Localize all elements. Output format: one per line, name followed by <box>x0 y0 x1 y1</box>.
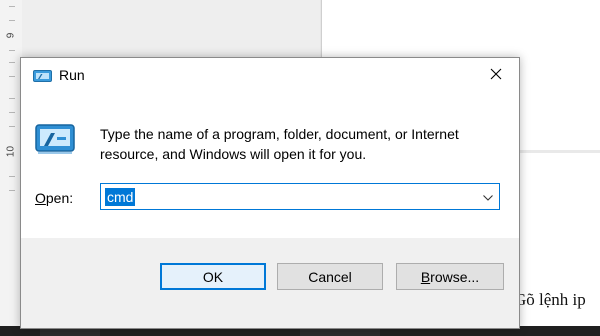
ruler-tick <box>9 126 15 127</box>
ruler-tick <box>9 112 15 113</box>
open-label-mnemonic: O <box>35 190 46 206</box>
run-dialog: Run Type the name of a program, folder, … <box>20 57 520 329</box>
browse-button[interactable]: Browse... <box>396 263 504 290</box>
browse-mnemonic: B <box>420 268 431 285</box>
document-separator <box>510 150 600 153</box>
ruler-tick <box>9 62 15 63</box>
run-large-icon <box>35 122 77 156</box>
chevron-down-icon <box>483 188 493 206</box>
ruler-tick <box>9 76 15 77</box>
document-text: Gõ lệnh ip <box>514 290 586 309</box>
ruler-tick <box>9 190 15 191</box>
open-dropdown-button[interactable] <box>477 184 499 209</box>
description-line: resource, and Windows will open it for y… <box>100 146 367 162</box>
dialog-title: Run <box>59 67 85 83</box>
open-input[interactable]: cmd <box>105 188 136 206</box>
close-button[interactable] <box>473 58 519 94</box>
dialog-description: Type the name of a program, folder, docu… <box>100 124 500 164</box>
run-icon <box>33 69 53 83</box>
open-label: Open: <box>35 190 73 206</box>
title-bar[interactable]: Run <box>21 58 519 94</box>
ruler-number: 10 <box>5 145 17 158</box>
ruler-tick <box>9 20 15 21</box>
ruler-tick <box>9 176 15 177</box>
cancel-button[interactable]: Cancel <box>277 263 383 290</box>
ruler-tick <box>9 50 15 51</box>
ruler-tick <box>9 98 15 99</box>
open-label-text: pen: <box>45 190 74 206</box>
close-icon <box>490 67 502 85</box>
ok-button[interactable]: OK <box>160 263 266 290</box>
ruler-number: 9 <box>5 32 17 39</box>
description-line: Type the name of a program, folder, docu… <box>100 126 459 142</box>
browse-label: rowse... <box>430 268 480 285</box>
ruler-tick <box>9 6 15 7</box>
open-combobox[interactable]: cmd <box>100 183 500 210</box>
